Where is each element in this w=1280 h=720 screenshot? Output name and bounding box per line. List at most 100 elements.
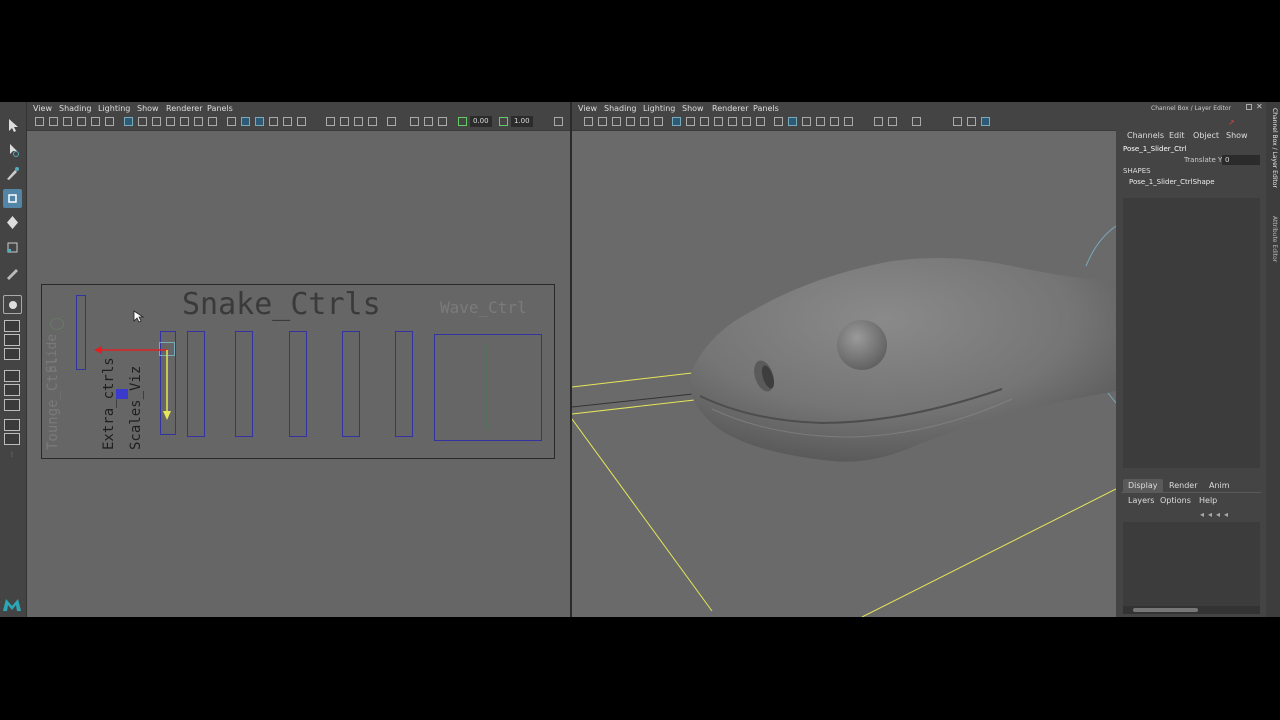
field-chart-icon-right[interactable] (728, 117, 737, 126)
safe-title-icon[interactable] (208, 117, 217, 126)
camera-attr-icon-right[interactable] (598, 117, 607, 126)
tounge-slider-track[interactable] (76, 295, 86, 370)
channel-key-icon[interactable]: ↗ (1228, 118, 1235, 127)
bookmark-icon-right[interactable] (612, 117, 621, 126)
tab-channel-box[interactable]: Channel Box / Layer Editor (1271, 108, 1278, 188)
move-tool-icon[interactable] (3, 189, 22, 208)
menu-panels[interactable]: Panels (207, 104, 233, 113)
exposure-icon[interactable] (458, 117, 467, 126)
motion-blur-icon-right[interactable] (888, 117, 897, 126)
grid-icon-right[interactable] (672, 117, 681, 126)
safe-title-icon-right[interactable] (756, 117, 765, 126)
smooth-shade-icon-right[interactable] (788, 117, 797, 126)
isolate-icon[interactable] (387, 117, 396, 126)
last-tool-icon[interactable] (3, 263, 22, 282)
ambient-occlusion-icon-right[interactable] (874, 117, 883, 126)
xray-joints-icon-right[interactable] (967, 117, 976, 126)
rotate-tool-icon[interactable] (3, 213, 22, 232)
shape-node-name[interactable]: Pose_1_Slider_CtrlShape (1129, 178, 1215, 186)
menu-edit[interactable]: Edit (1169, 131, 1185, 140)
wireframe-on-shaded-icon-right[interactable] (802, 117, 811, 126)
tounge-ctrl-circle[interactable] (50, 318, 64, 330)
menu-view[interactable]: View (33, 104, 52, 113)
wireframe-icon-right[interactable] (774, 117, 783, 126)
menu-lighting-right[interactable]: Lighting (643, 104, 675, 113)
layer-list[interactable] (1123, 522, 1260, 606)
safe-action-icon-right[interactable] (742, 117, 751, 126)
grease-pencil-icon-right[interactable] (640, 117, 649, 126)
pose-6-slider-track[interactable] (395, 331, 413, 437)
close-icon[interactable]: ✕ (1256, 102, 1263, 111)
layout-quad-icon[interactable] (4, 433, 20, 445)
selected-node-name[interactable]: Pose_1_Slider_Ctrl (1123, 145, 1187, 153)
tab-attribute-editor[interactable]: Attribute Editor (1271, 216, 1278, 262)
textured-icon-right[interactable] (816, 117, 825, 126)
more-dots-icon[interactable]: ⋮ (9, 451, 15, 458)
layout-single-icon[interactable] (4, 320, 20, 332)
layout-four-icon[interactable] (4, 334, 20, 346)
float-icon[interactable] (1246, 104, 1252, 110)
xray-joints-icon[interactable] (424, 117, 433, 126)
layout-outliner-icon[interactable] (4, 370, 20, 382)
2d-pan-icon-right[interactable] (654, 117, 663, 126)
layer-scroll-thumb[interactable] (1133, 608, 1198, 612)
menu-shading-right[interactable]: Shading (604, 104, 637, 113)
pose-4-slider-track[interactable] (289, 331, 307, 437)
tab-display[interactable]: Display (1123, 479, 1163, 492)
camera-icon-right[interactable] (584, 117, 593, 126)
shadows-icon[interactable] (297, 117, 306, 126)
translate-y-label[interactable]: Translate Y (1184, 156, 1222, 164)
xray-icon[interactable] (410, 117, 419, 126)
motion-blur-icon[interactable] (340, 117, 349, 126)
wave-ctrl-box[interactable] (434, 334, 542, 441)
gamma-icon[interactable] (499, 117, 508, 126)
paint-select-tool-icon[interactable] (3, 164, 22, 183)
menu-panels-right[interactable]: Panels (753, 104, 779, 113)
wireframe-icon[interactable] (227, 117, 236, 126)
color-management-icon[interactable] (554, 117, 563, 126)
xray-active-icon[interactable] (438, 117, 447, 126)
tab-anim[interactable]: Anim (1204, 479, 1235, 492)
menu-lighting[interactable]: Lighting (98, 104, 130, 113)
film-gate-icon-right[interactable] (686, 117, 695, 126)
lights-icon-right[interactable] (830, 117, 839, 126)
2d-pan-icon[interactable] (105, 117, 114, 126)
layout-split-icon[interactable] (4, 419, 20, 431)
tab-render[interactable]: Render (1164, 479, 1202, 492)
image-plane-icon[interactable] (77, 117, 86, 126)
film-gate-icon[interactable] (138, 117, 147, 126)
snake-ctrls-panel[interactable]: Snake_Ctrls Wave_Ctrl Tounge_Ctrl Slide … (41, 284, 555, 459)
xray-active-icon-right[interactable] (981, 117, 990, 126)
menu-help[interactable]: Help (1199, 496, 1217, 505)
ambient-occlusion-icon[interactable] (326, 117, 335, 126)
menu-show-cb[interactable]: Show (1226, 131, 1248, 140)
shadows-icon-right[interactable] (844, 117, 853, 126)
layout-tall-icon[interactable] (4, 399, 20, 411)
exposure-field[interactable]: 0.00 (470, 116, 492, 127)
translate-y-field[interactable]: 0 (1222, 155, 1260, 165)
menu-show[interactable]: Show (137, 104, 159, 113)
menu-layers[interactable]: Layers (1128, 496, 1154, 505)
lights-icon[interactable] (283, 117, 292, 126)
grid-icon[interactable] (124, 117, 133, 126)
lasso-tool-icon[interactable] (3, 140, 22, 159)
menu-renderer-right[interactable]: Renderer (712, 104, 749, 113)
menu-view-right[interactable]: View (578, 104, 597, 113)
xray-icon-right[interactable] (953, 117, 962, 126)
grease-pencil-icon[interactable] (91, 117, 100, 126)
perspective-canvas[interactable] (572, 131, 1116, 617)
dof-icon[interactable] (368, 117, 377, 126)
pose-2-slider-track[interactable] (187, 331, 205, 437)
layer-move-arrows-icon[interactable]: ◂◂◂◂ (1200, 510, 1232, 519)
gate-mask-icon-right[interactable] (714, 117, 723, 126)
camera-icon[interactable] (35, 117, 44, 126)
bookmark-icon[interactable] (63, 117, 72, 126)
textured-icon[interactable] (269, 117, 278, 126)
scale-tool-icon[interactable] (3, 238, 22, 257)
pose-3-slider-track[interactable] (235, 331, 253, 437)
front-viewport[interactable]: View Shading Lighting Show Renderer Pane… (27, 102, 570, 617)
anti-alias-icon[interactable] (354, 117, 363, 126)
wireframe-on-shaded-icon[interactable] (255, 117, 264, 126)
front-view-canvas[interactable]: Snake_Ctrls Wave_Ctrl Tounge_Ctrl Slide … (27, 131, 570, 617)
perspective-viewport[interactable]: View Shading Lighting Show Renderer Pane… (572, 102, 1116, 617)
